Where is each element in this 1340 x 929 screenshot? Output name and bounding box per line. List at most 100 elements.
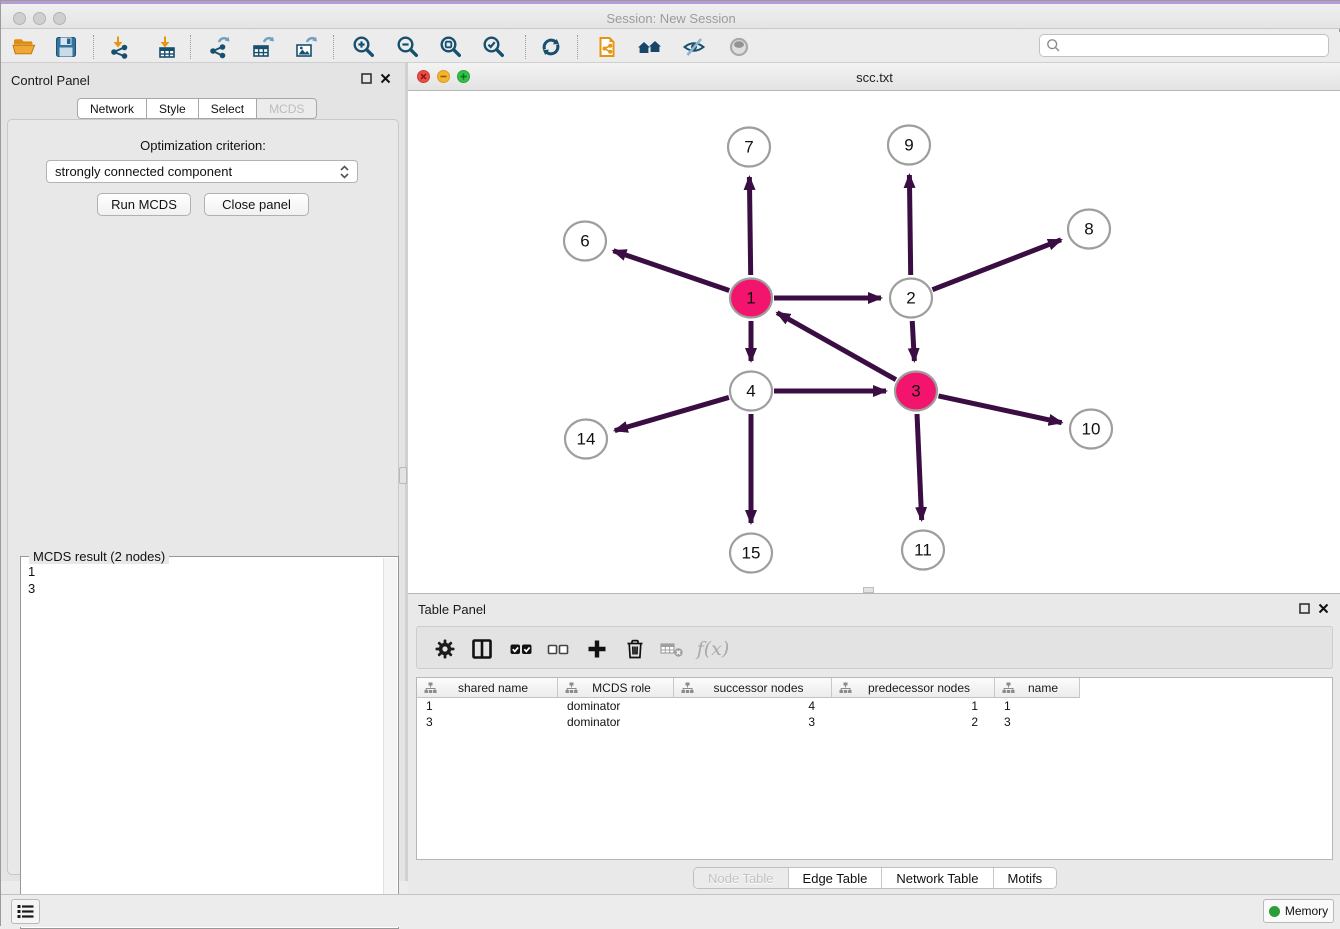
graph-node-4[interactable]: 4 — [730, 372, 772, 411]
zoom-out-icon[interactable] — [394, 33, 422, 61]
zoom-selected-icon[interactable] — [480, 33, 508, 61]
run-mcds-button[interactable]: Run MCDS — [97, 193, 191, 216]
add-column-icon[interactable] — [583, 635, 611, 663]
tab-motifs[interactable]: Motifs — [993, 868, 1057, 888]
tab-node-table[interactable]: Node Table — [694, 868, 788, 888]
column-header-name[interactable]: name — [995, 678, 1080, 697]
optimization-criterion-select[interactable]: strongly connected component — [46, 160, 358, 183]
float-table-panel-icon[interactable] — [1299, 603, 1310, 614]
table-cell[interactable]: 4 — [674, 698, 832, 714]
svg-text:1: 1 — [746, 289, 755, 308]
optimization-criterion-label: Optimization criterion: — [8, 138, 398, 153]
tab-style[interactable]: Style — [147, 98, 199, 119]
task-history-button[interactable] — [11, 899, 40, 924]
table-cell[interactable]: 3 — [995, 714, 1080, 730]
select-all-columns-icon[interactable] — [507, 635, 535, 663]
split-columns-icon[interactable] — [468, 635, 496, 663]
memory-status-icon — [1269, 906, 1280, 917]
graph-edge-1-6[interactable] — [613, 251, 729, 291]
graph-edge-1-7[interactable] — [749, 177, 750, 275]
refresh-layout-icon[interactable] — [537, 33, 565, 61]
export-table-icon[interactable] — [249, 33, 277, 61]
settings-icon[interactable] — [431, 635, 459, 663]
graph-edge-3-10[interactable] — [938, 396, 1061, 423]
function-builder-icon[interactable]: f(x) — [695, 635, 731, 663]
tab-mcds[interactable]: MCDS — [257, 98, 317, 119]
hide-selected-icon[interactable] — [680, 33, 708, 61]
graph-edge-4-14[interactable] — [615, 397, 729, 430]
export-network-icon[interactable] — [206, 33, 234, 61]
open-session-icon[interactable] — [10, 33, 38, 61]
select-stepper-icon — [340, 165, 349, 179]
close-panel-button[interactable]: Close panel — [204, 193, 309, 216]
graph-edge-2-8[interactable] — [932, 240, 1061, 290]
tab-select[interactable]: Select — [199, 98, 257, 119]
graph-node-9[interactable]: 9 — [888, 126, 930, 165]
task-list-icon — [17, 904, 34, 919]
graph-node-10[interactable]: 10 — [1070, 410, 1112, 449]
delete-table-icon[interactable] — [658, 635, 686, 663]
table-cell[interactable]: 1 — [417, 698, 558, 714]
svg-text:4: 4 — [746, 382, 755, 401]
tab-network[interactable]: Network — [77, 98, 147, 119]
table-row[interactable]: 1dominator411 — [417, 698, 1332, 714]
unselect-all-columns-icon[interactable] — [544, 635, 572, 663]
zoom-fit-icon[interactable] — [437, 33, 465, 61]
vertical-splitter-handle[interactable] — [399, 467, 407, 484]
import-table-icon[interactable] — [153, 33, 181, 61]
table-cell[interactable]: 3 — [417, 714, 558, 730]
delete-columns-icon[interactable] — [621, 635, 649, 663]
control-panel: Control Panel NetworkStyleSelectMCDS Opt… — [1, 63, 406, 881]
graph-node-7[interactable]: 7 — [728, 128, 770, 167]
graph-node-3[interactable]: 3 — [895, 372, 937, 411]
table-rows: 1dominator4113dominator323 — [417, 698, 1332, 730]
zoom-in-icon[interactable] — [350, 33, 378, 61]
table-cell[interactable]: 1 — [995, 698, 1080, 714]
column-header-MCDS-role[interactable]: MCDS role — [558, 678, 674, 697]
graph-node-8[interactable]: 8 — [1068, 210, 1110, 249]
tab-edge-table[interactable]: Edge Table — [788, 868, 882, 888]
graph-node-6[interactable]: 6 — [564, 222, 606, 261]
home-view-icon[interactable] — [636, 33, 664, 61]
export-image-icon[interactable] — [292, 33, 320, 61]
graph-node-15[interactable]: 15 — [730, 534, 772, 573]
table-toolbar: f(x) — [416, 626, 1333, 669]
float-panel-icon[interactable] — [361, 73, 372, 84]
graph-edge-3-11[interactable] — [917, 414, 922, 520]
network-window-title: scc.txt — [408, 70, 1340, 85]
svg-text:7: 7 — [744, 138, 753, 157]
close-panel-icon[interactable] — [380, 73, 391, 84]
show-hidden-icon[interactable] — [725, 33, 753, 61]
table-cell[interactable]: 2 — [832, 714, 995, 730]
close-table-panel-icon[interactable] — [1318, 603, 1329, 614]
column-header-label: successor nodes — [694, 681, 831, 695]
graph-edge-2-9[interactable] — [909, 175, 910, 275]
search-input[interactable] — [1061, 39, 1328, 53]
graph-edge-3-1[interactable] — [777, 313, 896, 380]
table-cell[interactable]: 3 — [674, 714, 832, 730]
column-header-shared-name[interactable]: shared name — [417, 678, 558, 697]
svg-text:8: 8 — [1084, 220, 1093, 239]
column-header-successor-nodes[interactable]: successor nodes — [674, 678, 832, 697]
graph-node-2[interactable]: 2 — [890, 279, 932, 318]
result-scrollbar[interactable] — [383, 558, 397, 927]
network-canvas[interactable]: 7 9 6 8 1 2 4 3 14 10 15 11 — [408, 91, 1340, 593]
graph-node-1[interactable]: 1 — [730, 279, 772, 318]
mcds-panel: Optimization criterion: strongly connect… — [7, 119, 399, 875]
tab-network-table[interactable]: Network Table — [881, 868, 992, 888]
svg-text:9: 9 — [904, 136, 913, 155]
memory-button[interactable]: Memory — [1263, 899, 1334, 923]
graph-edge-2-3[interactable] — [912, 321, 914, 361]
graph-node-11[interactable]: 11 — [902, 531, 944, 570]
svg-text:6: 6 — [580, 232, 589, 251]
column-header-label: name — [1015, 681, 1079, 695]
graph-node-14[interactable]: 14 — [565, 420, 607, 459]
table-cell[interactable]: 1 — [832, 698, 995, 714]
table-cell[interactable]: dominator — [558, 714, 674, 730]
clone-network-icon[interactable] — [593, 33, 621, 61]
table-cell[interactable]: dominator — [558, 698, 674, 714]
save-session-icon[interactable] — [52, 33, 80, 61]
table-row[interactable]: 3dominator323 — [417, 714, 1332, 730]
column-header-predecessor-nodes[interactable]: predecessor nodes — [832, 678, 995, 697]
import-network-icon[interactable] — [106, 33, 134, 61]
